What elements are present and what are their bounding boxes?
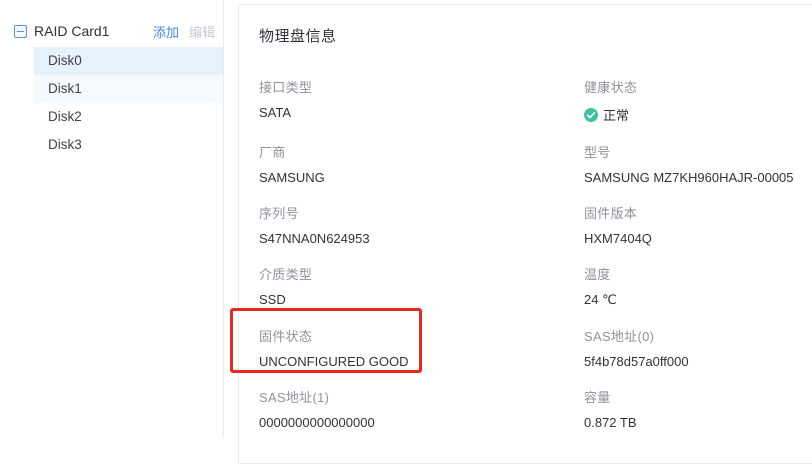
edit-link[interactable]: 编辑 (189, 22, 215, 41)
field-vendor: 厂商 SAMSUNG (259, 127, 584, 188)
sidebar-item-disk2[interactable]: Disk2 (34, 103, 223, 131)
field-value: SAMSUNG MZ7KH960HAJR-00005 (584, 170, 812, 185)
field-value: UNCONFIGURED GOOD (259, 354, 584, 369)
field-sas-address-0: SAS地址(0) 5f4b78d57a0ff000 (584, 311, 812, 372)
field-value: 0.872 TB (584, 415, 812, 430)
field-value: 正常 (584, 105, 812, 124)
field-label: 序列号 (259, 203, 584, 222)
field-label: 固件状态 (259, 326, 584, 345)
raid-card-tree-node[interactable]: RAID Card1 添加 编辑 (14, 22, 215, 40)
success-check-icon (584, 108, 598, 122)
field-label: 固件版本 (584, 203, 812, 222)
sidebar-item-disk1[interactable]: Disk1 (34, 75, 223, 103)
sidebar-item-disk3[interactable]: Disk3 (34, 131, 223, 159)
field-value: HXM7404Q (584, 231, 812, 246)
field-value: SATA (259, 105, 584, 120)
field-label: 接口类型 (259, 77, 584, 96)
field-interface-type: 接口类型 SATA (259, 62, 584, 127)
health-status-text: 正常 (603, 105, 629, 124)
field-label: SAS地址(1) (259, 387, 584, 406)
field-value: 24 ℃ (584, 292, 812, 308)
physical-disk-info-panel: 物理盘信息 接口类型 SATA 健康状态 正常 厂商 SAMSUNG 型号 SA… (238, 4, 812, 464)
field-model: 型号 SAMSUNG MZ7KH960HAJR-00005 (584, 127, 812, 188)
field-label: 介质类型 (259, 264, 584, 283)
field-temperature: 温度 24 ℃ (584, 249, 812, 311)
field-capacity: 容量 0.872 TB (584, 372, 812, 433)
field-label: 温度 (584, 264, 812, 283)
disk-tree-sidebar: RAID Card1 添加 编辑 Disk0 Disk1 Disk2 Disk3 (0, 0, 224, 437)
field-label: SAS地址(0) (584, 326, 812, 345)
page-title: 物理盘信息 (259, 25, 812, 46)
field-sas-address-1: SAS地址(1) 0000000000000000 (259, 372, 584, 433)
field-serial-number: 序列号 S47NNA0N624953 (259, 188, 584, 249)
field-value: S47NNA0N624953 (259, 231, 584, 246)
field-firmware-state: 固件状态 UNCONFIGURED GOOD (259, 311, 584, 372)
add-link[interactable]: 添加 (153, 22, 179, 41)
sidebar-item-disk0[interactable]: Disk0 (34, 47, 223, 75)
field-label: 型号 (584, 142, 812, 161)
field-value: 0000000000000000 (259, 415, 584, 430)
field-value: SSD (259, 292, 584, 307)
field-label: 厂商 (259, 142, 584, 161)
field-value: SAMSUNG (259, 170, 584, 185)
collapse-minus-icon[interactable] (14, 25, 27, 38)
field-value: 5f4b78d57a0ff000 (584, 354, 812, 369)
field-grid: 接口类型 SATA 健康状态 正常 厂商 SAMSUNG 型号 SAMSUNG … (259, 62, 812, 433)
disk-list: Disk0 Disk1 Disk2 Disk3 (34, 47, 223, 159)
field-firmware-version: 固件版本 HXM7404Q (584, 188, 812, 249)
field-label: 容量 (584, 387, 812, 406)
raid-card-label: RAID Card1 (34, 23, 153, 39)
field-label: 健康状态 (584, 77, 812, 96)
field-media-type: 介质类型 SSD (259, 249, 584, 311)
field-health-status: 健康状态 正常 (584, 62, 812, 127)
